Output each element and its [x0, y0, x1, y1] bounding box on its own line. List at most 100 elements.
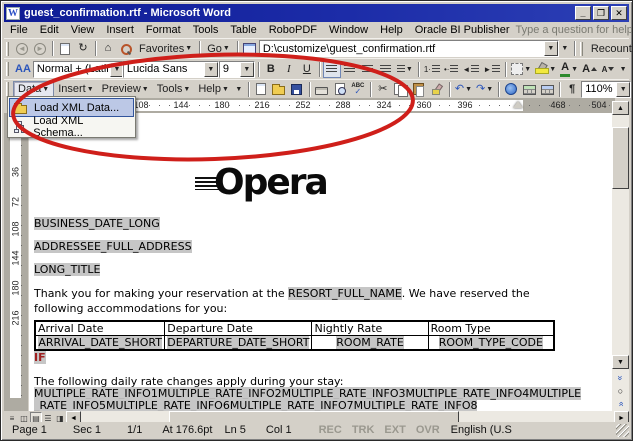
menu-edit[interactable]: Edit	[34, 23, 65, 37]
save-button[interactable]	[288, 81, 306, 98]
merge-field[interactable]: RESORT_FULL_NAME	[288, 287, 402, 300]
right-indent-marker[interactable]	[513, 101, 523, 108]
underline-button[interactable]: U	[298, 61, 316, 78]
merge-field[interactable]: ADDRESSEE_FULL_ADDRESS	[34, 240, 192, 253]
ask-question-box[interactable]: Type a question for help ▼ ✕	[516, 24, 633, 36]
forward-button[interactable]: ►	[31, 40, 49, 57]
scroll-up-button[interactable]: ▲	[612, 101, 629, 115]
address-input[interactable]	[263, 41, 544, 56]
shrink-font-button[interactable]: A	[599, 61, 617, 78]
vertical-scroll-thumb[interactable]	[612, 127, 629, 189]
menu-format[interactable]: Format	[140, 23, 187, 37]
menu-insert[interactable]: Insert	[100, 23, 140, 37]
zoom-combo[interactable]: 110% ▼	[581, 81, 631, 98]
italic-button[interactable]: I	[280, 61, 298, 78]
open-button[interactable]	[270, 81, 288, 98]
address-dropdown-button[interactable]: ▼	[544, 41, 558, 56]
minimize-button[interactable]: _	[575, 6, 591, 20]
style-combo[interactable]: Normal + (Latir ▼	[33, 61, 123, 78]
merge-field[interactable]: MULTIPLE_RATE_INFO1MULTIPLE_RATE_INFO2MU…	[34, 388, 586, 411]
vertical-scrollbar[interactable]: ▲ ▼ » ○ »	[612, 101, 629, 411]
merge-field[interactable]: LONG_TITLE	[34, 263, 100, 276]
font-combo[interactable]: Lucida Sans ▼	[123, 61, 219, 78]
home-button[interactable]: ⌂	[99, 40, 117, 57]
help-menu-button[interactable]: Help▼	[194, 81, 233, 98]
menu-view[interactable]: View	[65, 23, 101, 37]
status-trk-toggle[interactable]: TRK	[347, 424, 380, 436]
merge-field[interactable]: ROOM_RATE	[336, 336, 404, 349]
align-right-button[interactable]	[359, 61, 377, 78]
undo-button[interactable]: ↶▼	[453, 81, 474, 98]
font-size-dropdown-button[interactable]: ▼	[240, 62, 254, 77]
merge-field[interactable]: BUSINESS_DATE_LONG	[34, 217, 160, 230]
preview-menu-button[interactable]: Preview▼	[98, 81, 153, 98]
show-hide-button[interactable]: ¶	[563, 81, 581, 98]
align-center-button[interactable]	[341, 61, 359, 78]
bold-button[interactable]: B	[262, 61, 280, 78]
new-document-button[interactable]	[252, 81, 270, 98]
format-painter-button[interactable]	[428, 81, 446, 98]
menu-window[interactable]: Window	[323, 23, 374, 37]
document-page[interactable]: Opera BUSINESS_DATE_LONG ADDRESSEE_FULL_…	[29, 113, 615, 411]
menu-robopdf[interactable]: RoboPDF	[263, 23, 323, 37]
justify-button[interactable]	[377, 61, 395, 78]
toolbar-grip[interactable]	[580, 42, 583, 56]
favorites-button[interactable]: Favorites▼	[135, 40, 196, 57]
tools-menu-button[interactable]: Tools▼	[153, 81, 195, 98]
go-button[interactable]: Go▼	[203, 40, 234, 57]
merge-field[interactable]: ROOM_TYPE_CODE	[439, 336, 543, 349]
styles-and-formatting-button[interactable]: AA	[13, 61, 33, 78]
font-size-combo[interactable]: 9 ▼	[219, 61, 255, 78]
toolbar-options-button[interactable]: ▼	[617, 61, 629, 78]
status-ovr-toggle[interactable]: OVR	[411, 424, 445, 436]
border-button[interactable]: ▼	[509, 61, 533, 78]
increase-indent-button[interactable]: ►	[481, 61, 502, 78]
insert-table-button[interactable]	[538, 81, 556, 98]
menu-oracle-bi-publisher[interactable]: Oracle BI Publisher	[409, 23, 516, 37]
vertical-ruler[interactable]: 36 72 108 144 180 216	[4, 113, 28, 411]
status-ext-toggle[interactable]: EXT	[379, 424, 410, 436]
font-color-button[interactable]: A ▼	[558, 61, 580, 78]
bullets-button[interactable]: •·	[442, 61, 460, 78]
tables-and-borders-button[interactable]	[520, 81, 538, 98]
style-dropdown-button[interactable]: ▼	[110, 62, 123, 77]
paste-button[interactable]	[410, 81, 428, 98]
merge-field[interactable]: DEPARTURE_DATE_SHORT	[167, 336, 309, 349]
merge-field[interactable]: ARRIVAL_DATE_SHORT	[38, 336, 162, 349]
recount-button[interactable]: Recount	[587, 40, 633, 57]
toolbar-options-button[interactable]: ▼	[559, 40, 571, 57]
menu-help[interactable]: Help	[374, 23, 409, 37]
resize-grip[interactable]	[616, 424, 629, 437]
select-browse-object-button[interactable]: ○	[612, 384, 629, 397]
font-dropdown-button[interactable]: ▼	[204, 62, 218, 77]
print-preview-button[interactable]	[331, 81, 349, 98]
line-spacing-button[interactable]: ▼	[395, 61, 415, 78]
back-button[interactable]: ◄	[13, 40, 31, 57]
data-menu-button[interactable]: Data▼	[13, 81, 54, 98]
align-left-button[interactable]	[323, 61, 341, 78]
previous-page-button[interactable]: »	[612, 371, 629, 384]
if-form-field[interactable]: IF	[34, 351, 46, 364]
menu-file[interactable]: File	[4, 23, 34, 37]
print-button[interactable]	[313, 81, 331, 98]
show-web-toolbar-button[interactable]	[241, 40, 259, 57]
toolbar-grip[interactable]	[6, 42, 9, 56]
status-rec-toggle[interactable]: REC	[314, 424, 347, 436]
insert-menu-button[interactable]: Insert▼	[54, 81, 97, 98]
search-web-button[interactable]	[117, 40, 135, 57]
close-button[interactable]: ✕	[611, 6, 627, 20]
zoom-dropdown-button[interactable]: ▼	[616, 82, 630, 97]
toolbar-grip[interactable]	[6, 82, 9, 96]
menu-tools[interactable]: Tools	[187, 23, 225, 37]
numbering-button[interactable]: 1·	[422, 61, 442, 78]
insert-hyperlink-button[interactable]	[502, 81, 520, 98]
decrease-indent-button[interactable]: ◄	[460, 61, 481, 78]
menu-table[interactable]: Table	[224, 23, 262, 37]
cut-button[interactable]: ✂	[374, 81, 392, 98]
maximize-button[interactable]: ❐	[593, 6, 609, 20]
redo-button[interactable]: ↷▼	[474, 81, 495, 98]
stop-button[interactable]	[56, 40, 74, 57]
reservation-table[interactable]: Arrival Date Departure Date Nightly Rate…	[34, 320, 555, 351]
refresh-button[interactable]: ↻	[74, 40, 92, 57]
toolbar-options-button[interactable]: ▼	[233, 81, 245, 98]
